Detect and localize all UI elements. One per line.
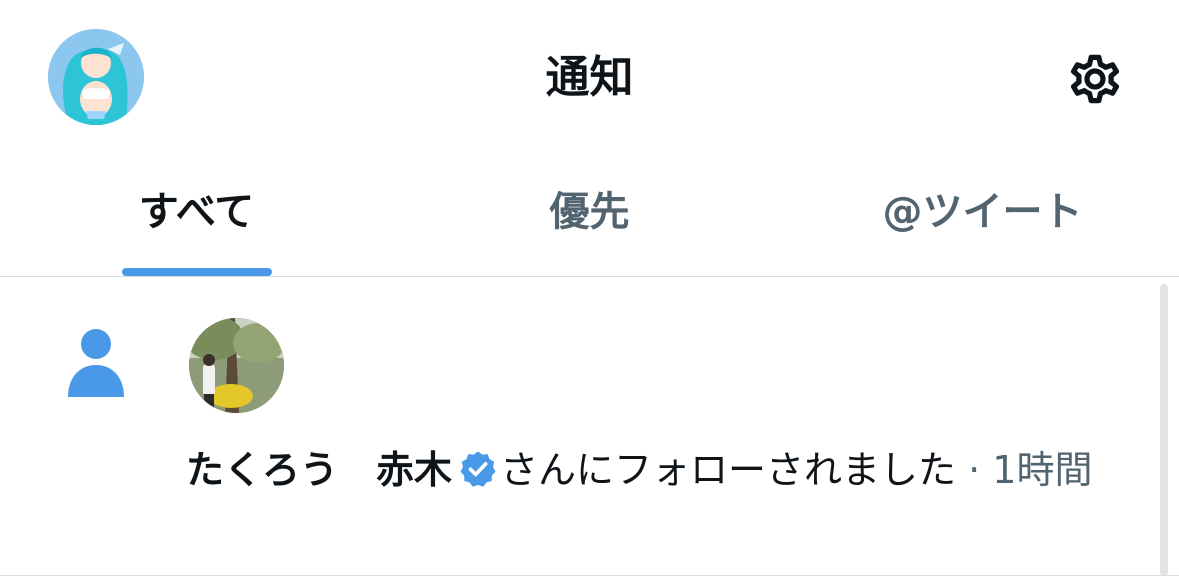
notification-text: たくろう 赤木 さんにフォローされました · 1時間	[186, 443, 1146, 497]
tab-priority[interactable]: 優先	[393, 150, 786, 276]
settings-button[interactable]	[1058, 42, 1132, 116]
divider	[0, 575, 1179, 576]
scrollbar[interactable]	[1160, 284, 1168, 576]
notification-message: さんにフォローされました	[500, 448, 957, 492]
tab-label: すべて	[138, 189, 255, 235]
tab-all[interactable]: すべて	[0, 150, 393, 276]
tab-bar: すべて 優先 @ツイート	[0, 150, 1179, 276]
page-title: 通知	[545, 52, 634, 103]
notifications-screen: 通知 すべて 優先 @ツイート たくろう 赤木 さんにフォローされました · 1…	[0, 0, 1179, 582]
verified-badge-icon	[458, 449, 498, 489]
time-separator: ·	[956, 448, 993, 492]
header: 通知	[0, 0, 1179, 150]
gear-icon	[1070, 54, 1120, 104]
notification-time: 1時間	[992, 448, 1093, 492]
tab-label: @ツイート	[882, 189, 1083, 235]
active-tab-indicator	[121, 268, 272, 276]
follower-name[interactable]: たくろう 赤木	[186, 448, 452, 492]
follower-photo-image	[189, 318, 284, 413]
follower-avatar[interactable]	[189, 318, 284, 413]
tab-mentions[interactable]: @ツイート	[786, 150, 1179, 276]
notification-item[interactable]: たくろう 赤木 さんにフォローされました · 1時間	[0, 277, 1179, 575]
tab-label: 優先	[549, 189, 630, 235]
person-icon	[62, 327, 130, 399]
